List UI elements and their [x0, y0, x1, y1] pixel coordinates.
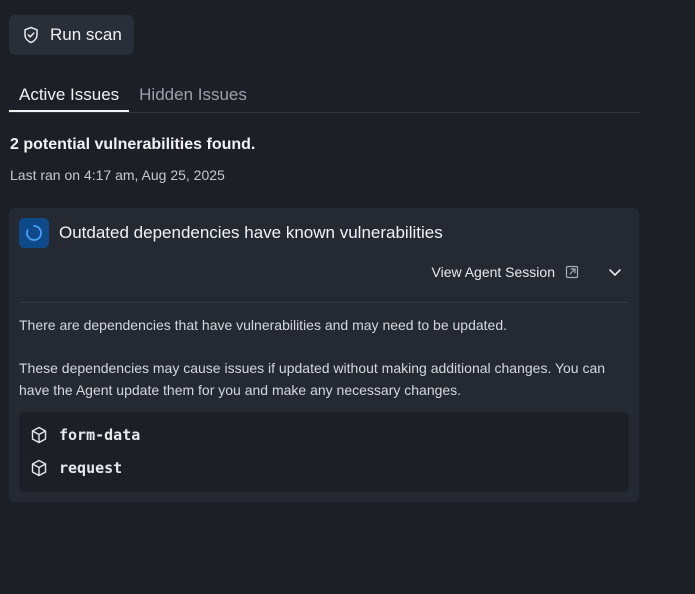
package-icon [30, 459, 48, 477]
issue-header: Outdated dependencies have known vulnera… [19, 218, 443, 248]
run-scan-label: Run scan [50, 25, 122, 44]
dependency-name: request [59, 459, 123, 477]
external-link-icon[interactable] [565, 265, 579, 279]
agent-session-row: View Agent Session [432, 264, 624, 280]
tab-active-issues[interactable]: Active Issues [9, 78, 130, 112]
loading-spinner-icon [19, 218, 49, 248]
summary-title: 2 potential vulnerabilities found. [10, 136, 256, 153]
tab-hidden-issues[interactable]: Hidden Issues [129, 78, 257, 111]
divider [19, 302, 629, 303]
shield-check-icon [22, 26, 40, 44]
run-scan-button[interactable]: Run scan [9, 15, 134, 55]
list-item: request [30, 459, 122, 477]
view-agent-session-link[interactable]: View Agent Session [432, 264, 556, 280]
issue-description-detail: These dependencies may cause issues if u… [19, 360, 606, 398]
dependency-list: form-data request [19, 412, 629, 492]
issue-card: Outdated dependencies have known vulnera… [9, 208, 639, 502]
issue-tabs: Active Issues Hidden Issues [9, 78, 640, 113]
chevron-down-icon[interactable] [607, 264, 623, 280]
package-icon [30, 426, 48, 444]
list-item: form-data [30, 426, 140, 444]
last-ran-timestamp: Last ran on 4:17 am, Aug 25, 2025 [10, 167, 225, 183]
issue-title: Outdated dependencies have known vulnera… [59, 223, 443, 242]
issue-description: There are dependencies that have vulnera… [19, 317, 508, 333]
dependency-name: form-data [59, 426, 141, 444]
security-scanner-panel: Run scan Active Issues Hidden Issues 2 p… [0, 0, 695, 594]
